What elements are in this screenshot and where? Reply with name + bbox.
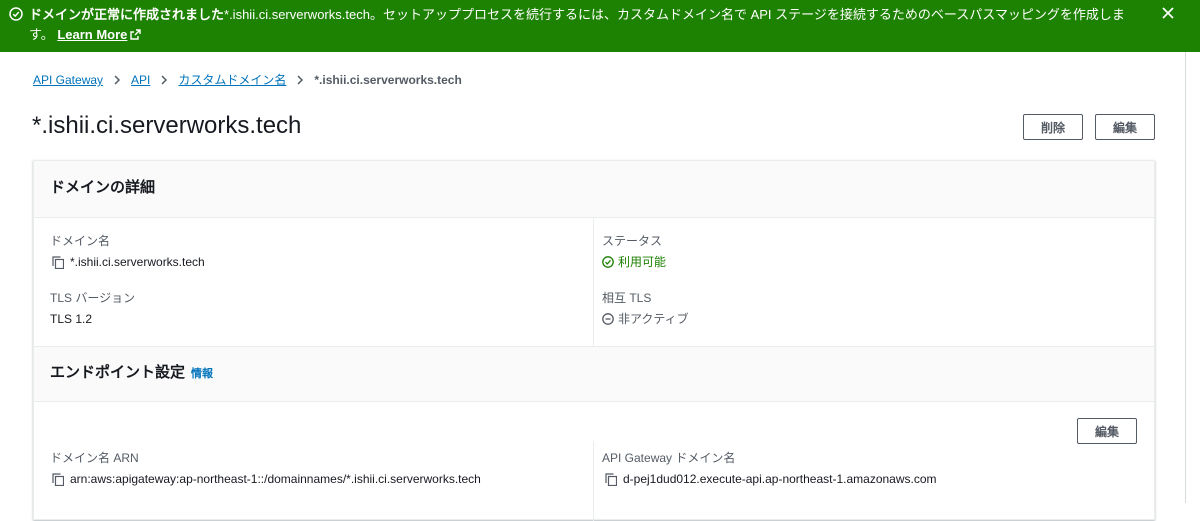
close-icon[interactable] (1160, 5, 1176, 21)
domain-name-label: ドメイン名 (50, 234, 111, 248)
status-value: 利用可能 (602, 254, 666, 270)
learn-more-link[interactable]: Learn More (57, 27, 142, 42)
tls-version-value: TLS 1.2 (50, 312, 93, 326)
breadcrumb-custom-domains[interactable]: カスタムドメイン名 (178, 72, 286, 88)
flash-message: ドメインが正常に作成されました*.ishii.ci.serverworks.te… (29, 5, 1129, 45)
gateway-domain-label: API Gateway ドメイン名 (602, 451, 736, 465)
mutual-tls-value: 非アクティブ (602, 311, 689, 327)
chevron-right-icon (297, 75, 304, 85)
success-flashbar: ドメインが正常に作成されました*.ishii.ci.serverworks.te… (0, 0, 1200, 52)
gateway-domain-text: d-pej1dud012.execute-api.ap-northeast-1.… (623, 472, 937, 486)
endpoint-title-text: エンドポイント設定 (50, 364, 186, 381)
status-text: 利用可能 (618, 255, 667, 269)
endpoint-config-header: エンドポイント設定 情報 (34, 346, 1154, 402)
breadcrumb: API Gateway API カスタムドメイン名 *.ishii.ci.ser… (33, 72, 462, 88)
copy-icon[interactable] (52, 255, 64, 269)
gateway-domain-value: d-pej1dud012.execute-api.ap-northeast-1.… (605, 471, 937, 487)
info-link[interactable]: 情報 (191, 368, 213, 380)
status-success-icon (602, 256, 614, 268)
success-check-icon (9, 7, 23, 21)
domain-details-header: ドメインの詳細 (34, 161, 1154, 218)
copy-icon[interactable] (52, 472, 64, 486)
domain-name-value: *.ishii.ci.serverworks.tech (52, 254, 205, 270)
tls-version-label: TLS バージョン (50, 291, 136, 305)
page-title: *.ishii.ci.serverworks.tech (32, 112, 302, 139)
breadcrumb-api-gateway[interactable]: API Gateway (33, 72, 103, 88)
domain-arn-text: arn:aws:apigateway:ap-northeast-1::/doma… (70, 472, 481, 486)
copy-icon[interactable] (605, 472, 617, 486)
domain-details-title: ドメインの詳細 (50, 179, 156, 196)
status-inactive-icon (602, 313, 614, 325)
domain-arn-label: ドメイン名 ARN (50, 451, 139, 465)
edit-button[interactable]: 編集 (1095, 114, 1155, 140)
breadcrumb-api[interactable]: API (131, 72, 150, 88)
mutual-tls-text: 非アクティブ (618, 312, 689, 326)
chevron-right-icon (161, 75, 168, 85)
domain-arn-value: arn:aws:apigateway:ap-northeast-1::/doma… (52, 471, 481, 487)
flash-bold-text: ドメインが正常に作成されました (29, 7, 225, 22)
right-edge-divider (1185, 52, 1186, 503)
status-label: ステータス (602, 234, 663, 248)
mutual-tls-label: 相互 TLS (602, 291, 652, 305)
delete-button[interactable]: 削除 (1023, 114, 1083, 140)
endpoint-edit-button[interactable]: 編集 (1077, 418, 1137, 444)
chevron-right-icon (114, 75, 121, 85)
endpoint-config-title: エンドポイント設定 情報 (50, 363, 213, 384)
flash-domain: *.ishii.ci.serverworks.tech (224, 7, 370, 22)
domain-name-text: *.ishii.ci.serverworks.tech (70, 255, 205, 269)
column-divider (593, 441, 594, 521)
breadcrumb-current: *.ishii.ci.serverworks.tech (314, 73, 462, 87)
learn-more-label: Learn More (57, 27, 128, 42)
column-divider (593, 218, 594, 346)
domain-panel: ドメインの詳細 ドメイン名 *.ishii.ci.serverworks.tec… (33, 160, 1155, 521)
external-link-icon (130, 29, 142, 40)
